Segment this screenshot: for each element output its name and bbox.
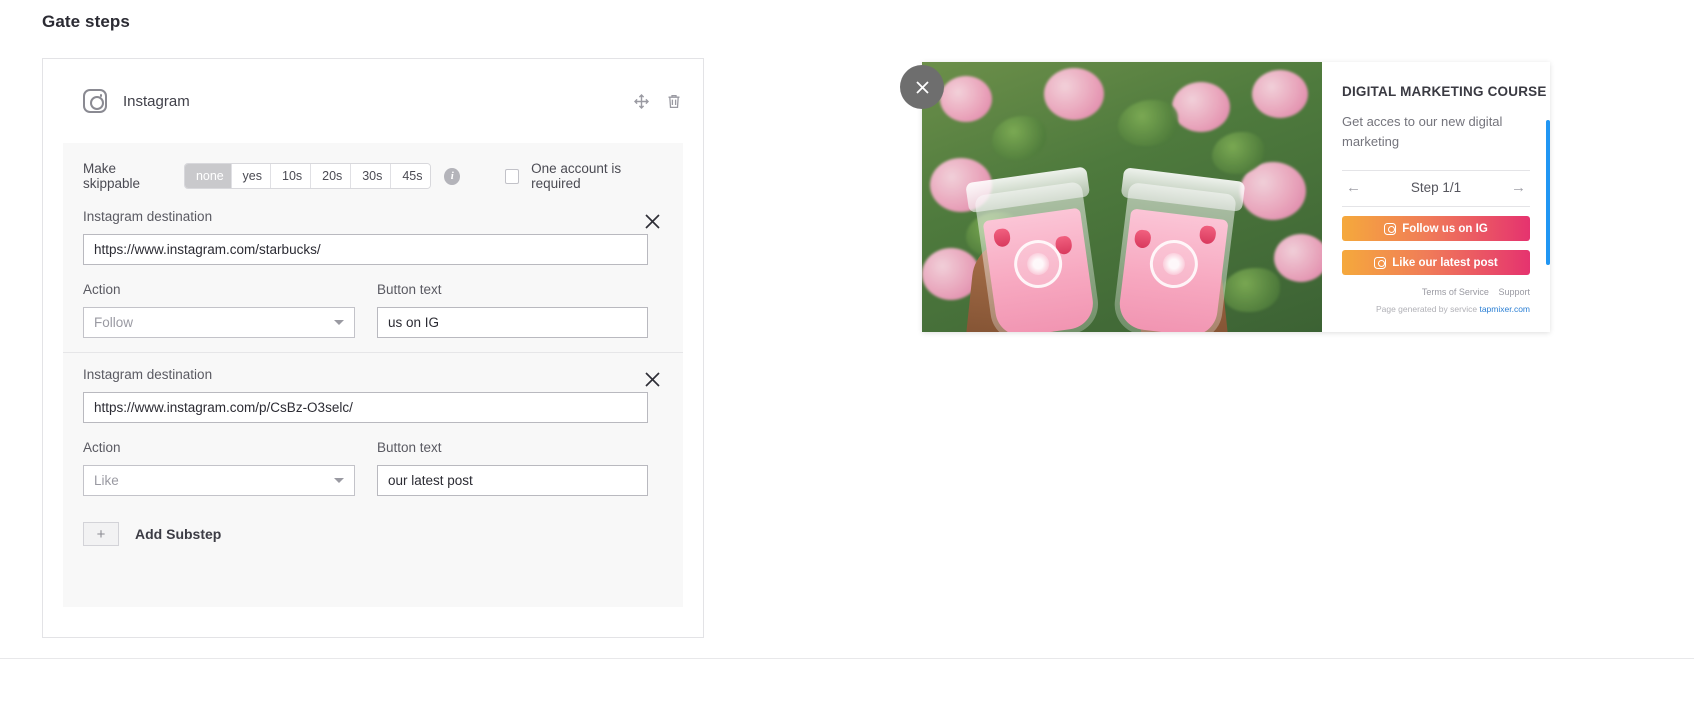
skippable-option-yes[interactable]: yes [231,164,272,188]
substep-2-button-text-label: Button text [377,440,442,455]
add-substep-row[interactable]: + Add Substep [63,522,683,546]
substep-1-button-text-input[interactable] [377,307,648,338]
substep-2-action-label: Action [83,440,121,455]
preview-scrollbar[interactable] [1546,120,1550,265]
substep-1-remove-icon[interactable] [644,213,663,230]
divider [1342,206,1530,208]
preview-panel: DIGITAL MARKETING COURSE Get acces to ou… [922,62,1550,332]
substep-1-destination-label: Instagram destination [83,209,213,224]
add-substep-label[interactable]: Add Substep [135,526,221,542]
substep-1-destination-input[interactable] [83,234,648,265]
substep-1-action-label: Action [83,282,121,297]
support-link[interactable]: Support [1498,287,1530,297]
substep-2-action-group: Action Like [83,440,355,496]
drink-cup-left [965,166,1102,332]
chevron-down-icon [334,478,344,483]
substep-2-destination-label: Instagram destination [83,367,213,382]
step-navigation: ← Step 1/1 → [1342,171,1530,206]
instagram-icon [1374,256,1387,269]
generated-by-notice: Page generated by service tapmixer.com [1342,304,1530,314]
trash-icon[interactable] [667,94,681,109]
substep-1-action-value: Follow [94,315,134,330]
next-step-arrow-icon[interactable]: → [1511,179,1526,196]
substep-2-action-select[interactable]: Like [83,465,355,496]
substep-1-button-text-label: Button text [377,282,442,297]
skippable-segmented-control: none yes 10s 20s 30s 45s [183,163,432,189]
substep-2-destination-input[interactable] [83,392,648,423]
substep-2-action-value: Like [94,473,119,488]
substep-1-fields: Action Follow Button text [83,282,663,338]
bottom-divider [0,658,1694,659]
one-account-required-row: One account is required [505,161,663,191]
skippable-option-45s[interactable]: 45s [391,164,431,188]
substep-1-button-text-group: Button text [377,282,648,338]
tapmixer-link[interactable]: tapmixer.com [1479,304,1530,314]
instagram-icon [83,89,107,113]
page-title: Gate steps [42,12,130,31]
follow-cta-label: Follow us on IG [1402,222,1488,235]
step-card-header: Instagram [43,59,703,143]
make-skippable-label: Make skippable [83,161,141,191]
substep-1-action-select[interactable]: Follow [83,307,355,338]
substep-1: Instagram destination Action Follow [63,209,683,338]
one-account-required-checkbox[interactable] [505,168,520,184]
terms-of-service-link[interactable]: Terms of Service [1422,287,1489,297]
gate-step-card: Instagram Make skippable none yes 10s 20… [42,58,704,638]
close-preview-button[interactable] [900,65,944,109]
add-substep-plus-icon[interactable]: + [83,522,119,546]
instagram-icon [1384,222,1397,235]
hero-image [922,62,1322,332]
substep-2-button-text-input[interactable] [377,465,648,496]
skippable-option-none[interactable]: none [184,164,232,188]
step-counter-label: Step 1/1 [1410,180,1462,196]
info-icon[interactable]: i [444,167,461,185]
like-cta-button[interactable]: Like our latest post [1342,250,1530,276]
app-root: Gate steps Instagram Make skippable none… [0,0,1694,705]
preview-title: DIGITAL MARKETING COURSE [1342,84,1547,99]
prev-step-arrow-icon[interactable]: ← [1346,179,1361,196]
substep-1-action-group: Action Follow [83,282,355,338]
skippable-option-10s[interactable]: 10s [271,164,312,188]
preview-footer-links: Terms of Service Support [1342,287,1530,297]
follow-cta-button[interactable]: Follow us on IG [1342,216,1530,242]
make-skippable-row: Make skippable none yes 10s 20s 30s 45s … [63,143,683,209]
substep-2-button-text-group: Button text [377,440,648,496]
substep-2-fields: Action Like Button text [83,440,663,496]
drink-cup-right [1111,167,1246,332]
skippable-option-30s[interactable]: 30s [351,164,392,188]
step-card-body: Make skippable none yes 10s 20s 30s 45s … [63,143,683,607]
widget-preview: DIGITAL MARKETING COURSE Get acces to ou… [900,62,1550,332]
generated-by-text: Page generated by service [1375,304,1478,315]
drag-handle-icon[interactable] [634,93,649,109]
like-cta-label: Like our latest post [1392,256,1498,269]
substep-1-destination-header: Instagram destination [83,209,663,234]
substep-2-destination-header: Instagram destination [83,367,663,392]
step-card-actions [634,93,681,109]
chevron-down-icon [334,320,344,325]
preview-content: DIGITAL MARKETING COURSE Get acces to ou… [1322,62,1550,332]
one-account-required-label: One account is required [531,161,622,191]
substep-2: Instagram destination Action Like [63,352,683,496]
substep-2-remove-icon[interactable] [644,371,663,388]
skippable-option-20s[interactable]: 20s [311,164,352,188]
preview-subtitle: Get acces to our new digital marketing [1342,114,1503,150]
platform-name: Instagram [123,92,190,110]
